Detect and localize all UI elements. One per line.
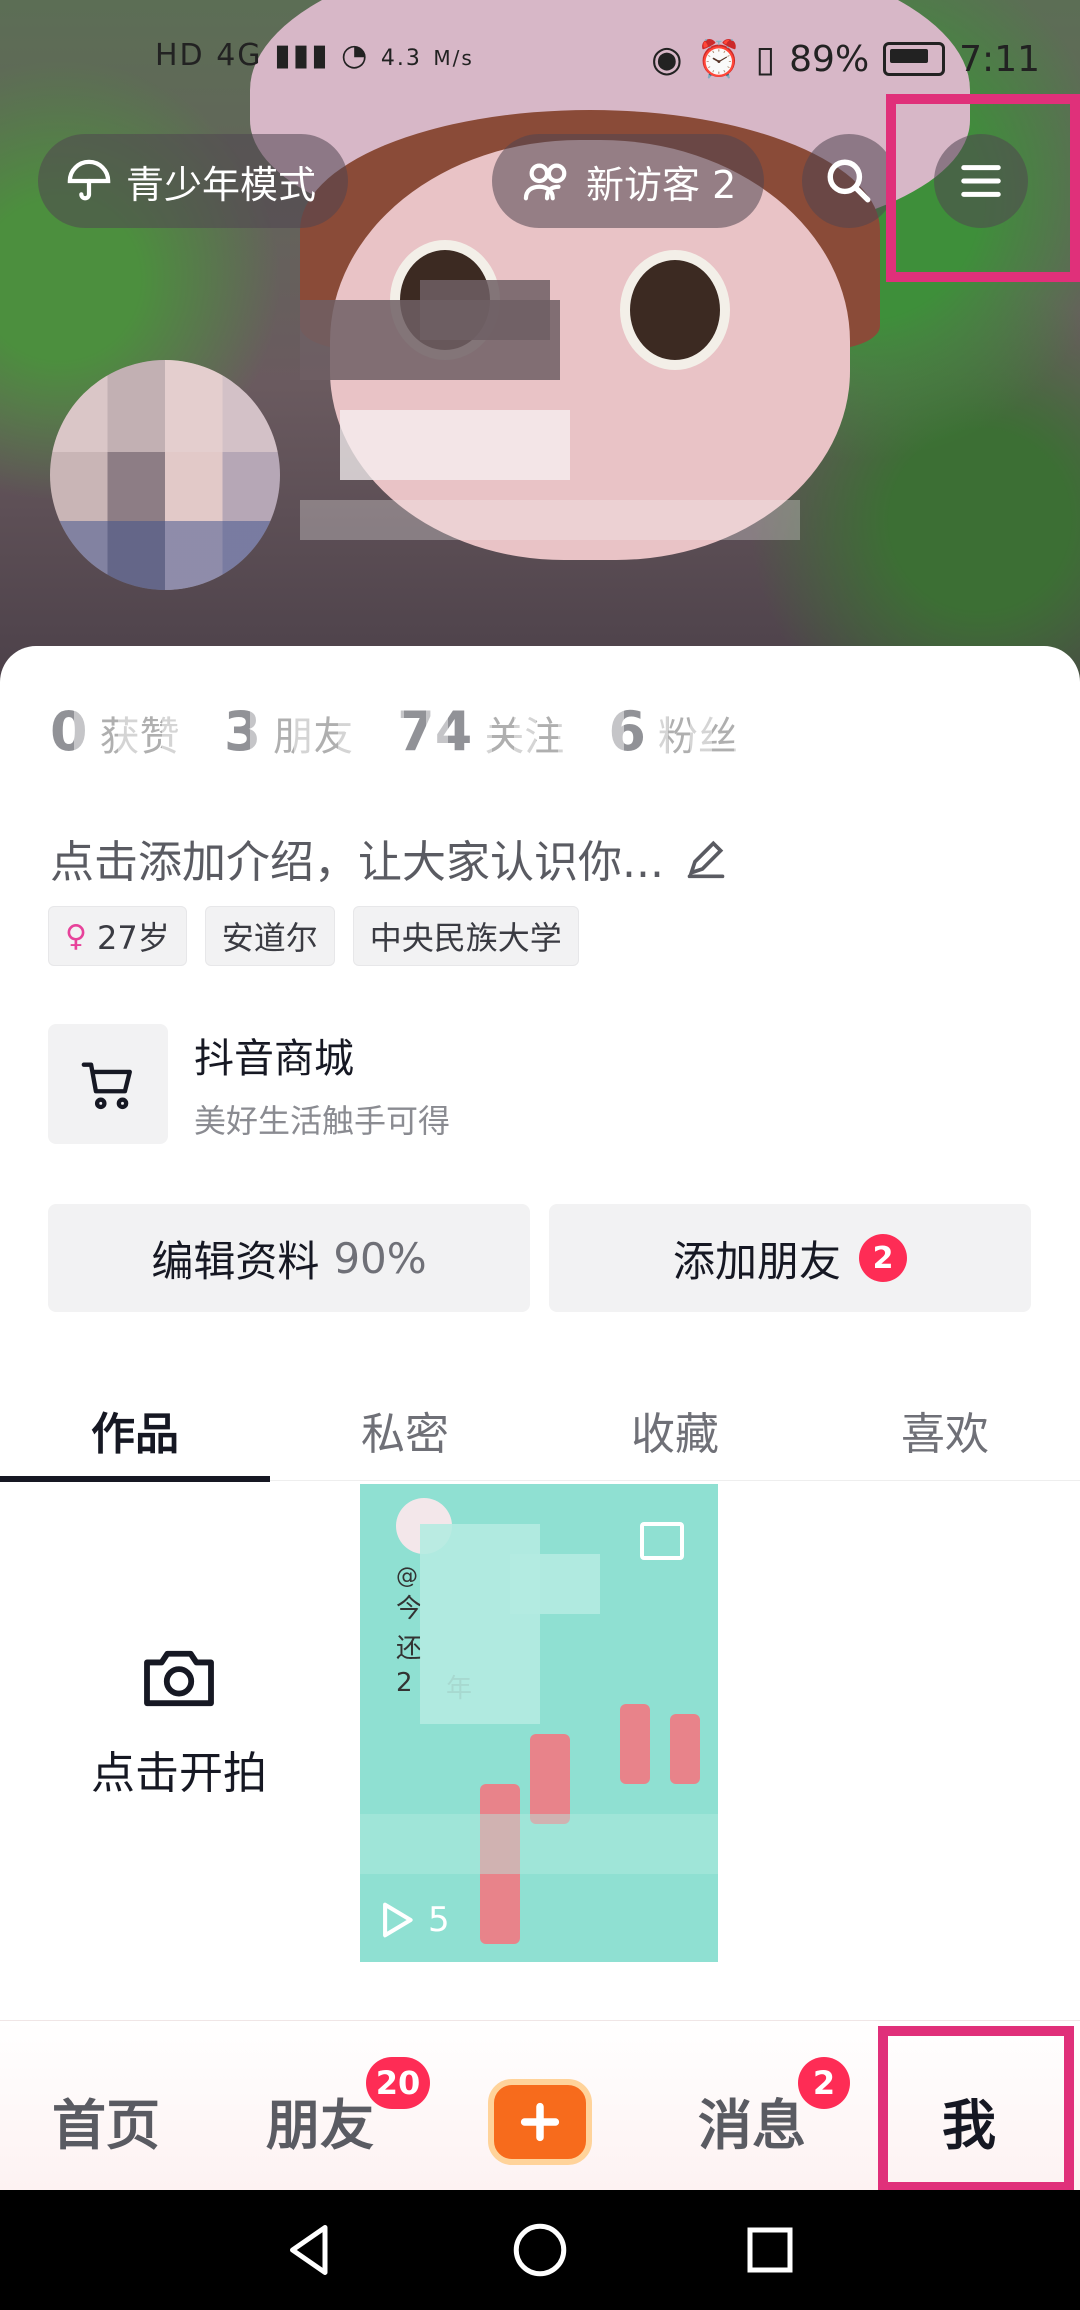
thumb-art xyxy=(530,1734,570,1824)
search-icon xyxy=(827,159,871,203)
cart-icon xyxy=(81,1062,132,1110)
battery-percent: 89% xyxy=(789,38,870,80)
female-icon: ♀ xyxy=(65,918,87,954)
bio-row[interactable]: 点击添加介绍，让大家认识你... xyxy=(50,826,728,890)
new-visitors-button[interactable]: 新访客 2 xyxy=(492,134,764,228)
system-nav-bar xyxy=(0,2190,1080,2310)
edit-profile-label: 编辑资料 xyxy=(151,1236,320,1286)
mall-title: 抖音商城 xyxy=(194,1036,354,1082)
mosaic-block xyxy=(420,280,550,340)
bio-placeholder: 点击添加介绍，让大家认识你... xyxy=(50,837,664,888)
tab-likes[interactable]: 喜欢 xyxy=(810,1380,1080,1480)
me-highlight-box xyxy=(878,2026,1074,2192)
stats-mosaic-overlay xyxy=(30,700,930,770)
youth-mode-button[interactable]: 青少年模式 xyxy=(38,134,348,228)
status-right: ◉ ⏰ ▯ 89% 7:11 xyxy=(651,38,1040,81)
add-friend-label: 添加朋友 xyxy=(672,1236,841,1286)
tab-favorites[interactable]: 收藏 xyxy=(540,1380,810,1480)
pencil-icon xyxy=(687,840,725,879)
douyin-mall-entry[interactable]: 抖音商城 美好生活触手可得 xyxy=(48,1024,450,1144)
camera-icon xyxy=(144,1650,214,1707)
eye-icon: ◉ xyxy=(651,38,683,80)
edit-profile-button[interactable]: 编辑资料 90% xyxy=(48,1204,530,1312)
add-friend-badge: 2 xyxy=(859,1234,907,1282)
network-type: HD 4G xyxy=(155,38,263,73)
tab-private[interactable]: 私密 xyxy=(270,1380,540,1480)
battery-icon xyxy=(883,42,946,76)
vibrate-icon: ▯ xyxy=(755,38,776,80)
thumb-play-count: 5 xyxy=(428,1900,450,1940)
recents-icon[interactable] xyxy=(740,2220,800,2280)
start-shooting-label: 点击开拍 xyxy=(91,1748,267,1799)
multi-image-icon xyxy=(640,1522,684,1560)
network-speed-unit: M/s xyxy=(433,46,474,70)
home-icon[interactable] xyxy=(510,2220,570,2280)
network-status: HD 4G ▮▮▮ ◔ 4.3 M/s xyxy=(155,38,474,73)
thumb-text: 今 xyxy=(396,1594,423,1624)
play-icon xyxy=(383,1902,413,1938)
thumb-text: @ xyxy=(396,1564,418,1589)
plus-icon xyxy=(520,2102,560,2142)
mall-subtitle: 美好生活触手可得 xyxy=(194,1102,451,1140)
profile-tags: ♀ 27岁 安道尔 中央民族大学 xyxy=(48,906,579,966)
profile-completion-percent: 90% xyxy=(333,1233,427,1283)
thumb-play-stats: 5 xyxy=(380,1900,450,1940)
friends-badge: 20 xyxy=(366,2057,430,2109)
mosaic-block xyxy=(360,1814,718,1874)
network-speed: 4.3 xyxy=(380,46,422,71)
create-post-button[interactable] xyxy=(488,2079,592,2165)
search-button[interactable] xyxy=(802,134,896,228)
tag-age-label: 27岁 xyxy=(96,919,170,957)
tag-age: ♀ 27岁 xyxy=(48,906,187,966)
mosaic-block xyxy=(340,410,570,480)
tag-school: 中央民族大学 xyxy=(352,906,579,966)
youth-mode-label: 青少年模式 xyxy=(126,162,317,207)
clock: 7:11 xyxy=(959,38,1040,80)
thumb-art xyxy=(670,1714,700,1784)
thumb-text: 2 xyxy=(396,1668,413,1698)
nav-home[interactable]: 首页 xyxy=(52,2081,160,2160)
messages-badge: 2 xyxy=(798,2057,850,2109)
video-thumbnail[interactable]: @ 今 还 2 年 5 xyxy=(360,1484,718,1962)
nav-friends[interactable]: 朋友 xyxy=(266,2081,374,2160)
new-visitors-label: 新访客 2 xyxy=(586,162,737,207)
menu-highlight-box xyxy=(886,94,1080,282)
thumb-art xyxy=(620,1704,650,1784)
mosaic-block xyxy=(510,1554,600,1614)
avatar[interactable] xyxy=(50,360,280,590)
alarm-icon: ⏰ xyxy=(696,39,742,80)
tag-location-label: 安道尔 xyxy=(221,919,318,957)
thumb-text: 还 xyxy=(396,1634,423,1664)
umbrella-icon xyxy=(67,159,111,201)
tag-school-label: 中央民族大学 xyxy=(369,919,562,957)
cover-art-eye xyxy=(620,250,730,370)
back-icon[interactable] xyxy=(280,2220,340,2280)
tab-works[interactable]: 作品 xyxy=(0,1380,270,1482)
profile-tabs: 作品 私密 收藏 喜欢 xyxy=(0,1380,1080,1482)
visitors-icon xyxy=(523,163,567,201)
tag-location: 安道尔 xyxy=(204,906,335,966)
mall-icon-box xyxy=(48,1024,168,1144)
nav-messages[interactable]: 消息 xyxy=(698,2081,806,2160)
add-friend-button[interactable]: 添加朋友 2 xyxy=(549,1204,1031,1312)
mosaic-block xyxy=(300,500,800,540)
start-shooting-tile[interactable]: 点击开拍 xyxy=(0,1484,358,1962)
